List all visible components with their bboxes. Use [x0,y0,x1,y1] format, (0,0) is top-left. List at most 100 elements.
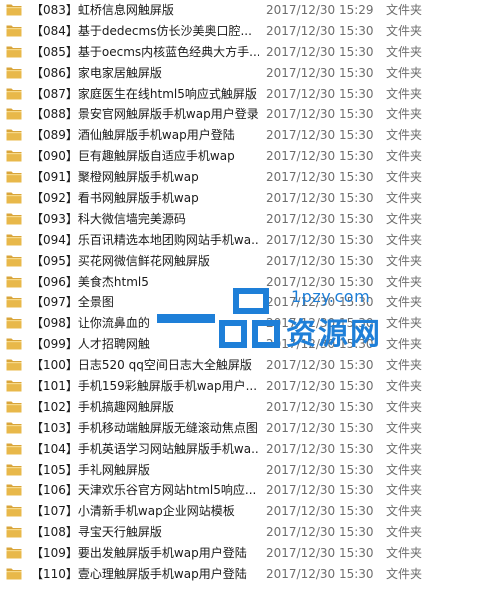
folder-row[interactable]: 【109】要出发触屏版手机wap用户登陆 2017/12/30 15:30 文件夹 [0,543,500,564]
folder-row[interactable]: 【092】看书网触屏版手机wap 2017/12/30 15:30 文件夹 [0,188,500,209]
folder-name: 【090】巨有趣触屏版自适应手机wap [31,149,235,164]
folder-name: 【099】人才招聘网触 [31,337,150,352]
modified-date: 2017/12/30 15:30 [266,274,374,289]
file-type: 文件夹 [386,253,423,268]
folder-name: 【108】寻宝天行触屏版 [31,525,162,540]
folder-icon [6,547,22,559]
folder-row[interactable]: 【086】家电家居触屏版 2017/12/30 15:30 文件夹 [0,63,500,84]
modified-date: 2017/12/30 15:30 [266,107,374,122]
folder-row[interactable]: 【084】基于dedecms仿长沙美奥口腔... 2017/12/30 15:30… [0,21,500,42]
folder-icon [6,338,22,350]
folder-icon [6,171,22,183]
file-type: 文件夹 [386,399,423,414]
file-type: 文件夹 [386,191,423,206]
file-type: 文件夹 [386,483,423,498]
folder-row[interactable]: 【105】手礼网触屏版 2017/12/30 15:30 文件夹 [0,460,500,481]
modified-date: 2017/12/30 15:30 [266,86,374,101]
folder-name: 【098】让你流鼻血的 [31,316,150,331]
folder-row[interactable]: 【098】让你流鼻血的 2017/12/30 15:30 文件夹 [0,313,500,334]
folder-name: 【093】科大微信墙完美源码 [31,211,186,226]
file-type: 文件夹 [386,3,423,17]
modified-date: 2017/12/30 15:30 [266,399,374,414]
folder-name: 【110】壹心理触屏版手机wap用户登陆 [31,567,247,582]
modified-date: 2017/12/30 15:30 [266,420,374,435]
folder-row[interactable]: 【090】巨有趣触屏版自适应手机wap 2017/12/30 15:30 文件夹 [0,146,500,167]
modified-date: 2017/12/30 15:30 [266,295,374,310]
file-type: 文件夹 [386,149,423,164]
folder-name: 【092】看书网触屏版手机wap [31,191,199,206]
folder-row[interactable]: 【100】日志520 qq空间日志大全触屏版 2017/12/30 15:30 文件… [0,355,500,376]
folder-row[interactable]: 【093】科大微信墙完美源码 2017/12/30 15:30 文件夹 [0,209,500,230]
folder-row[interactable]: 【099】人才招聘网触 2017/12/30 15:30 文件夹 [0,334,500,355]
modified-date: 2017/12/30 15:30 [266,191,374,206]
modified-date: 2017/12/30 15:30 [266,379,374,394]
modified-date: 2017/12/30 15:30 [266,358,374,373]
folder-row[interactable]: 【087】家庭医生在线html5响应式触屏版 2017/12/30 15:30 文件… [0,84,500,105]
folder-icon [6,380,22,392]
folder-row[interactable]: 【103】手机移动端触屏版无缝滚动焦点图 2017/12/30 15:30 文件夹 [0,418,500,439]
modified-date: 2017/12/30 15:30 [266,253,374,268]
folder-row[interactable]: 【095】买花网微信鲜花网触屏版 2017/12/30 15:30 文件夹 [0,251,500,272]
folder-row[interactable]: 【102】手机搞趣网触屏版 2017/12/30 15:30 文件夹 [0,397,500,418]
folder-icon [6,422,22,434]
modified-date: 2017/12/30 15:30 [266,149,374,164]
folder-name: 【100】日志520 qq空间日志大全触屏版 [31,358,252,373]
modified-date: 2017/12/30 15:30 [266,441,374,456]
folder-row[interactable]: 【108】寻宝天行触屏版 2017/12/30 15:30 文件夹 [0,522,500,543]
file-type: 文件夹 [386,337,423,352]
file-type: 文件夹 [386,525,423,540]
folder-row[interactable]: 【089】酒仙触屏版手机wap用户登陆 2017/12/30 15:30 文件夹 [0,125,500,146]
file-type: 文件夹 [386,107,423,122]
modified-date: 2017/12/30 15:30 [266,546,374,561]
folder-row[interactable]: 【107】小清新手机wap企业网站模板 2017/12/30 15:30 文件夹 [0,501,500,522]
folder-icon [6,276,22,288]
folder-name: 【101】手机159彩触屏版手机wap用户... [31,379,258,394]
folder-name: 【086】家电家居触屏版 [31,65,162,80]
modified-date: 2017/12/30 15:30 [266,170,374,185]
folder-row[interactable]: 【097】全景图 2017/12/30 15:30 文件夹 [0,292,500,313]
folder-icon [6,255,22,267]
folder-row[interactable]: 【104】手机英语学习网站触屏版手机wa... 2017/12/30 15:30 文… [0,439,500,460]
file-type: 文件夹 [386,420,423,435]
folder-name: 【109】要出发触屏版手机wap用户登陆 [31,546,247,561]
folder-icon [6,150,22,162]
folder-icon [6,317,22,329]
folder-name: 【083】虹桥信息网触屏版 [31,3,174,17]
file-type: 文件夹 [386,316,423,331]
file-type: 文件夹 [386,86,423,101]
folder-icon [6,108,22,120]
folder-row[interactable]: 【091】聚橙网触屏版手机wap 2017/12/30 15:30 文件夹 [0,167,500,188]
folder-name: 【097】全景图 [31,295,114,310]
modified-date: 2017/12/30 15:30 [266,23,374,38]
modified-date: 2017/12/30 15:30 [266,462,374,477]
folder-icon [6,505,22,517]
folder-name: 【107】小清新手机wap企业网站模板 [31,504,235,519]
file-type: 文件夹 [386,23,423,38]
folder-name: 【084】基于dedecms仿长沙美奥口腔... [31,23,252,38]
folder-icon [6,129,22,141]
folder-icon [6,484,22,496]
file-type: 文件夹 [386,358,423,373]
file-type: 文件夹 [386,274,423,289]
file-type: 文件夹 [386,567,423,582]
folder-name: 【087】家庭医生在线html5响应式触屏版 [31,86,257,101]
modified-date: 2017/12/30 15:30 [266,337,374,352]
folder-row[interactable]: 【083】虹桥信息网触屏版 2017/12/30 15:29 文件夹 [0,0,500,21]
folder-row[interactable]: 【106】天津欢乐谷官方网站html5响应... 2017/12/30 15:30… [0,480,500,501]
modified-date: 2017/12/30 15:30 [266,525,374,540]
folder-icon [6,526,22,538]
folder-row[interactable]: 【088】景安官网触屏版手机wap用户登录 2017/12/30 15:30 文件夹 [0,104,500,125]
folder-icon [6,443,22,455]
folder-row[interactable]: 【094】乐百讯精选本地团购网站手机wa... 2017/12/30 15:30 文… [0,230,500,251]
folder-row[interactable]: 【110】壹心理触屏版手机wap用户登陆 2017/12/30 15:30 文件夹 [0,564,500,585]
file-type: 文件夹 [386,379,423,394]
file-type: 文件夹 [386,170,423,185]
modified-date: 2017/12/30 15:30 [266,504,374,519]
folder-row[interactable]: 【096】美食杰html5 2017/12/30 15:30 文件夹 [0,272,500,293]
modified-date: 2017/12/30 15:30 [266,483,374,498]
folder-icon [6,192,22,204]
folder-icon [6,46,22,58]
folder-row[interactable]: 【101】手机159彩触屏版手机wap用户... 2017/12/30 15:30… [0,376,500,397]
folder-icon [6,234,22,246]
folder-row[interactable]: 【085】基于oecms内核蓝色经典大方手... 2017/12/30 15:30… [0,42,500,63]
